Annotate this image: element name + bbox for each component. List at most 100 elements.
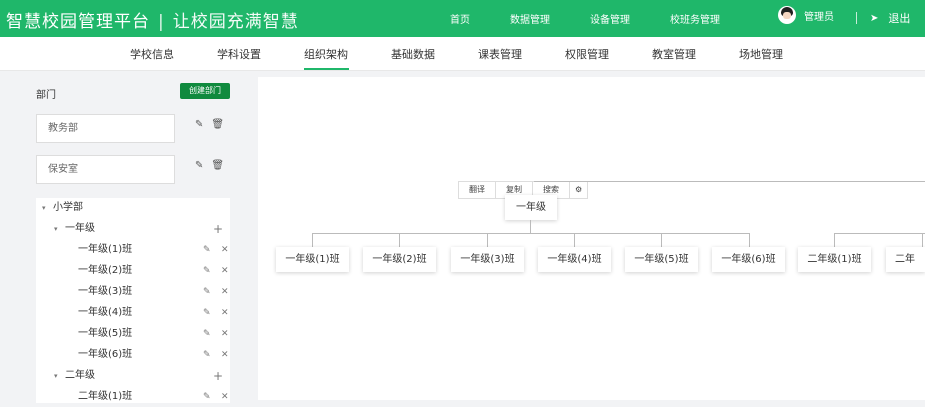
chevron-down-icon[interactable]: ▾ [54,219,58,239]
send-icon: ➤ [870,12,879,24]
close-icon[interactable]: ✕ [221,261,229,281]
tree-label: 二年级 [65,370,95,381]
logout-button[interactable]: ➤ 退出 [870,10,910,26]
tree-node-grade2[interactable]: ▾ 二年级 + [36,366,230,386]
tree-label: 一年级 [65,223,95,234]
department-item-academic[interactable]: 教务部 [36,114,175,143]
trash-icon[interactable]: 🗑 [211,160,224,171]
edit-icon[interactable]: ✎ [195,119,203,130]
org-node-child[interactable]: 一年级(4)班 [538,247,611,272]
top-nav: 首页 数据管理 设备管理 校班务管理 [450,11,760,26]
create-department-button[interactable]: 创建部门 [180,83,230,99]
tree-node-class[interactable]: 二年级(1)班 ✎ ✕ [36,387,230,407]
connector-line [661,233,662,247]
nav-data-management[interactable]: 数据管理 [510,11,550,26]
edit-icon[interactable]: ✎ [195,160,203,171]
plus-icon[interactable]: + [213,219,223,239]
department-sidebar: 部门 创建部门 教务部 ✎ 🗑 保安室 ✎ 🗑 ▾ 小学部 ▾ 一年级 + 一年… [0,71,258,403]
chevron-down-icon[interactable]: ▾ [42,198,46,218]
tab-school-info[interactable]: 学校信息 [130,46,174,62]
close-icon[interactable]: ✕ [221,282,229,302]
connector-line [312,233,750,234]
tab-basic-data[interactable]: 基础数据 [391,46,435,62]
org-node-child[interactable]: 一年级(1)班 [276,247,349,272]
tab-venues[interactable]: 场地管理 [739,46,783,62]
department-item-security[interactable]: 保安室 [36,155,175,184]
org-node-child[interactable]: 一年级(3)班 [451,247,524,272]
tree-node-class[interactable]: 一年级(6)班 ✎ ✕ [36,345,230,365]
chevron-down-icon[interactable]: ▾ [54,366,58,386]
close-icon[interactable]: ✕ [221,345,229,365]
org-node-child[interactable]: 一年级(6)班 [712,247,785,272]
org-chart-canvas[interactable] [258,77,925,400]
edit-icon[interactable]: ✎ [203,345,211,365]
tab-organization[interactable]: 组织架构 [304,46,348,62]
tree-label: 一年级(1)班 [78,244,133,255]
tab-timetable[interactable]: 课表管理 [478,46,522,62]
tree-node-class[interactable]: 一年级(4)班 ✎ ✕ [36,303,230,323]
org-node-child[interactable]: 一年级(5)班 [625,247,698,272]
tree-node-root[interactable]: ▾ 小学部 [36,198,230,218]
connector-line [574,233,575,247]
department-heading: 部门 [36,90,56,101]
tree-label: 一年级(2)班 [78,265,133,276]
tree-node-class[interactable]: 一年级(5)班 ✎ ✕ [36,324,230,344]
close-icon[interactable]: ✕ [221,240,229,260]
connector-line [399,233,400,247]
tab-permissions[interactable]: 权限管理 [565,46,609,62]
connector-line [922,233,923,247]
edit-icon[interactable]: ✎ [203,261,211,281]
edit-icon[interactable]: ✎ [203,240,211,260]
close-icon[interactable]: ✕ [221,324,229,344]
org-node-child[interactable]: 二年 [886,247,925,272]
active-tab-indicator [304,68,349,70]
platform-title: 智慧校园管理平台 [6,12,150,32]
brand: 智慧校园管理平台 | 让校园充满智慧 [6,7,299,32]
avatar [778,6,796,24]
tree-label: 一年级(5)班 [78,328,133,339]
connector-line [534,181,925,182]
tree-node-class[interactable]: 一年级(1)班 ✎ ✕ [36,240,230,260]
connector-line [530,220,531,233]
tree-node-class[interactable]: 一年级(3)班 ✎ ✕ [36,282,230,302]
edit-icon[interactable]: ✎ [203,282,211,302]
tree-label: 二年级(1)班 [78,391,133,402]
close-icon[interactable]: ✕ [221,387,229,407]
close-icon[interactable]: ✕ [221,303,229,323]
tree-label: 一年级(6)班 [78,349,133,360]
topbar-divider [856,12,857,24]
edit-icon[interactable]: ✎ [203,387,211,407]
title-separator: | [158,12,165,32]
translate-button[interactable]: 翻译 [459,182,496,198]
department-tree: ▾ 小学部 ▾ 一年级 + 一年级(1)班 ✎ ✕ 一年级(2)班 ✎ ✕ 一年… [36,198,230,403]
logout-label: 退出 [888,12,911,25]
tree-node-grade1[interactable]: ▾ 一年级 + [36,219,230,239]
connector-line [749,233,750,247]
tab-classrooms[interactable]: 教室管理 [652,46,696,62]
org-node-child[interactable]: 二年级(1)班 [798,247,871,272]
connector-line [834,233,835,247]
tree-label: 一年级(3)班 [78,286,133,297]
slogan: 让校园充满智慧 [172,12,299,32]
plus-icon[interactable]: + [213,366,223,386]
edit-icon[interactable]: ✎ [203,303,211,323]
org-node-child[interactable]: 一年级(2)班 [363,247,436,272]
gear-icon[interactable]: ⚙ [570,182,587,198]
nav-home[interactable]: 首页 [450,11,470,26]
tree-node-class[interactable]: 一年级(2)班 ✎ ✕ [36,261,230,281]
sub-nav: 学校信息 学科设置 组织架构 基础数据 课表管理 权限管理 教室管理 场地管理 [0,37,925,71]
connector-line [487,233,488,247]
nav-device-management[interactable]: 设备管理 [590,11,630,26]
nav-class-management[interactable]: 校班务管理 [670,11,720,26]
top-bar: 智慧校园管理平台 | 让校园充满智慧 首页 数据管理 设备管理 校班务管理 管理员 … [0,0,925,37]
user-name: 管理员 [804,11,834,23]
tree-label: 一年级(4)班 [78,307,133,318]
trash-icon[interactable]: 🗑 [211,119,224,130]
org-node-root[interactable]: 一年级 [505,195,557,220]
connector-line [834,233,925,234]
tree-label: 小学部 [53,202,83,213]
user-menu[interactable]: 管理员 [778,6,834,24]
edit-icon[interactable]: ✎ [203,324,211,344]
tab-subject-settings[interactable]: 学科设置 [217,46,261,62]
connector-line [312,233,313,247]
